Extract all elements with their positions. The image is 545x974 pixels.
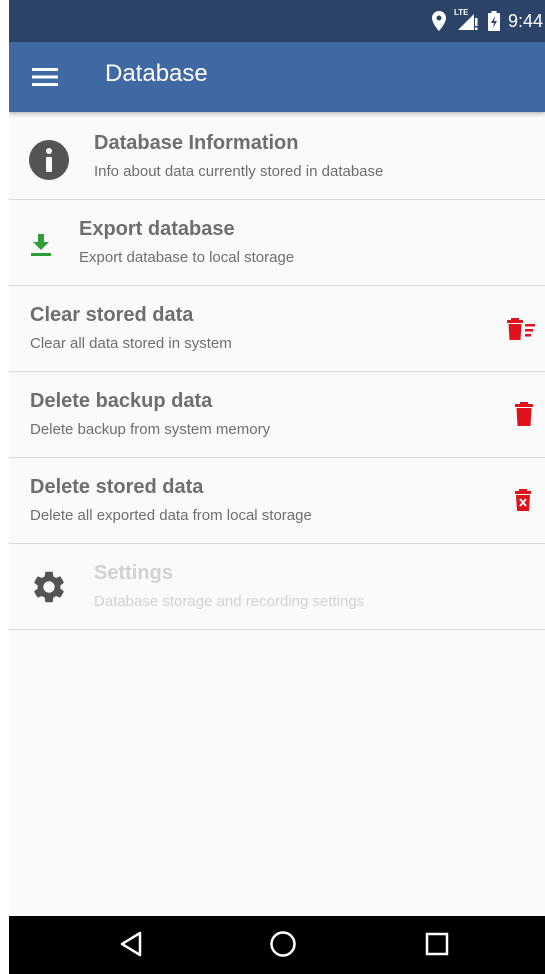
back-icon[interactable] [119,930,143,963]
settings-list: Database Information Info about data cur… [9,114,545,630]
trash-icon[interactable] [515,402,533,431]
item-title: Delete stored data [30,476,204,498]
item-title: Database Information [94,132,299,154]
battery-charging-icon [487,11,500,31]
trash-clear-icon[interactable] [507,318,535,345]
home-icon[interactable] [269,930,297,963]
item-subtitle: Info about data currently stored in data… [94,163,384,180]
item-subtitle: Clear all data stored in system [30,335,232,352]
info-icon [29,140,69,185]
item-subtitle: Database storage and recording settings [94,593,365,610]
app-bar: Database [9,42,545,112]
lte-signal-icon: LTE [453,8,480,32]
list-item-clear-stored-data[interactable]: Clear stored data Clear all data stored … [9,286,545,372]
list-item-delete-stored-data[interactable]: Delete stored data Delete all exported d… [9,458,545,544]
item-title: Clear stored data [30,304,194,326]
trash-x-icon[interactable] [515,489,531,516]
item-title: Delete backup data [30,390,213,412]
status-time: 9:44 [507,10,543,31]
list-item-export-database[interactable]: Export database Export database to local… [9,200,545,286]
item-subtitle: Export database to local storage [79,249,295,266]
page-title: Database [105,60,208,87]
download-icon [31,234,51,261]
item-subtitle: Delete all exported data from local stor… [30,507,312,524]
status-bar: LTE 9:44 [9,0,545,42]
network-label: LTE [453,8,469,17]
list-item-database-information[interactable]: Database Information Info about data cur… [9,114,545,200]
list-item-delete-backup-data[interactable]: Delete backup data Delete backup from sy… [9,372,545,458]
item-title: Settings [94,562,173,584]
list-item-settings: Settings Database storage and recording … [9,544,545,630]
location-icon [431,11,446,31]
gear-icon [30,568,68,611]
hamburger-menu-icon[interactable] [23,56,67,98]
item-title: Export database [79,218,235,240]
navigation-bar [9,916,545,974]
item-subtitle: Delete backup from system memory [30,421,271,438]
screen: LTE 9:44 Database Database Information I… [9,0,545,974]
recents-icon[interactable] [424,930,450,963]
